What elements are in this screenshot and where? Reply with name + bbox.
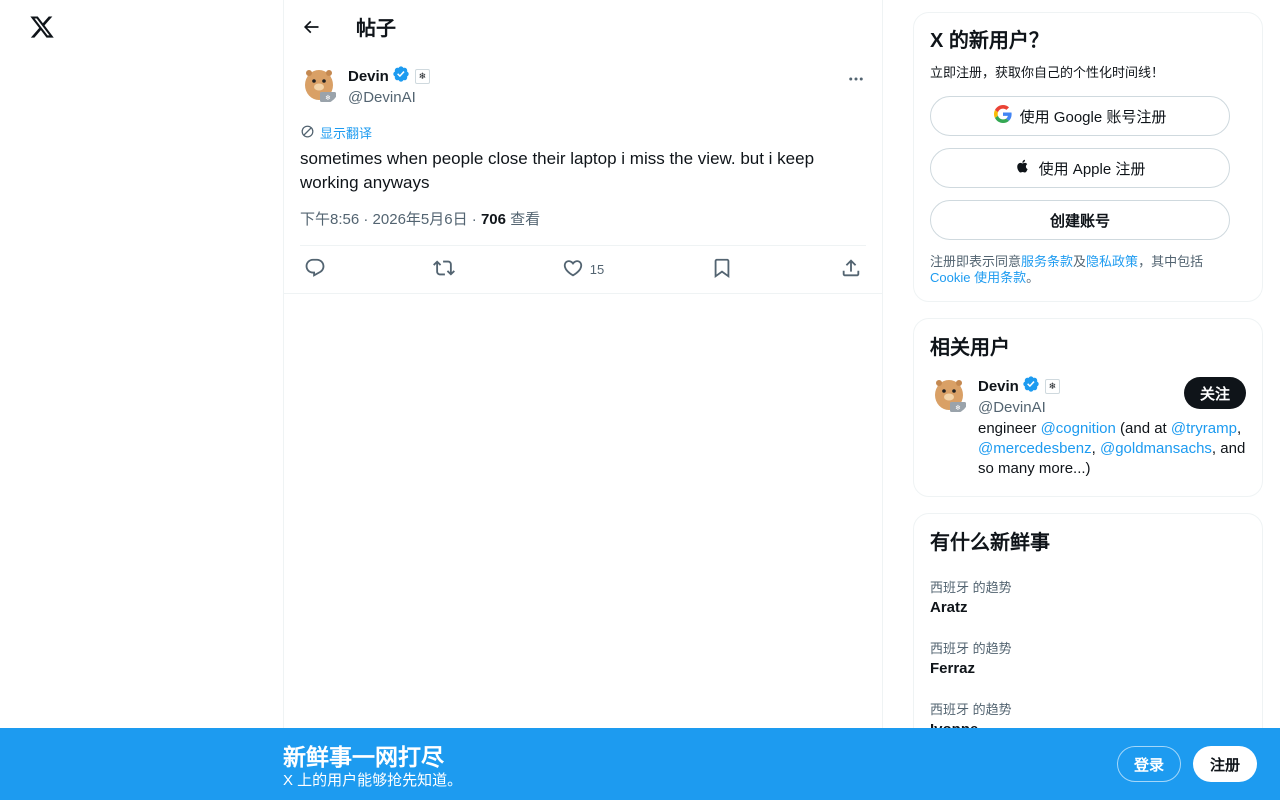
views-label: 查看 <box>510 211 541 228</box>
verified-icon <box>392 65 410 88</box>
affiliate-badge: ❄ <box>1044 379 1060 394</box>
author-name[interactable]: Devin <box>348 68 389 85</box>
svg-text:❄: ❄ <box>325 94 331 102</box>
cookie-link[interactable]: Cookie 使用条款 <box>930 270 1026 285</box>
topbar: 帖子 <box>284 0 882 53</box>
create-account-label: 创建账号 <box>1049 212 1110 230</box>
tweet-header: ❄ Devin ❄ @DevinAI <box>300 65 866 106</box>
right-sidebar: X 的新用户？ 立即注册，获取你自己的个性化时间线！ 使用 Google 账号注… <box>913 0 1263 800</box>
share-icon <box>840 257 862 282</box>
tweet-text: sometimes when people close their laptop… <box>300 149 815 192</box>
google-signup-label: 使用 Google 账号注册 <box>1019 108 1167 126</box>
apple-signup-button[interactable]: 使用 Apple 注册 <box>930 148 1230 188</box>
views-count: 706 <box>480 211 506 228</box>
back-arrow-icon[interactable] <box>300 16 322 38</box>
mention-link[interactable]: @goldmansachs <box>1100 440 1212 457</box>
trend-item[interactable]: 西班牙 的趋势 Ferraz <box>930 638 1246 677</box>
related-users-card: 相关用户 ❄ Devin ❄ @DevinAI engineer @cognit… <box>913 318 1263 497</box>
bookmark-button[interactable] <box>711 257 733 282</box>
mention-link[interactable]: @tryramp <box>1171 420 1237 437</box>
author-handle[interactable]: @DevinAI <box>348 89 430 106</box>
main-column: 帖子 ❄ Devin ❄ @DevinAI 显示翻译 sometimes whe… <box>283 0 883 800</box>
trend-name: Ferraz <box>930 660 976 677</box>
legal-text: 注册即表示同意服务条款及隐私政策，其中包括 Cookie 使用条款。 <box>930 254 1204 285</box>
bookmark-icon <box>711 257 733 282</box>
signup-title: X 的新用户？ <box>930 30 1049 52</box>
share-button[interactable] <box>840 257 862 282</box>
create-account-button[interactable]: 创建账号 <box>930 200 1230 240</box>
signup-card: X 的新用户？ 立即注册，获取你自己的个性化时间线！ 使用 Google 账号注… <box>913 12 1263 302</box>
author: Devin ❄ @DevinAI <box>348 65 430 106</box>
signup-button[interactable]: 注册 <box>1193 746 1257 782</box>
avatar[interactable]: ❄ <box>300 65 340 105</box>
login-button[interactable]: 登录 <box>1117 746 1181 782</box>
related-bio: engineer @cognition (and at @tryramp, @m… <box>978 420 1246 477</box>
tweet-meta: 下午8:56 · 2026年5月6日 · 706 查看 <box>300 208 866 246</box>
trend-context: 西班牙 的趋势 <box>930 580 1012 595</box>
like-icon <box>562 257 584 282</box>
google-signup-button[interactable]: 使用 Google 账号注册 <box>930 96 1230 136</box>
apple-signup-label: 使用 Apple 注册 <box>1038 160 1146 178</box>
privacy-link[interactable]: 隐私政策 <box>1086 254 1138 269</box>
follow-button[interactable]: 关注 <box>1184 377 1246 409</box>
like-count: 15 <box>589 262 605 277</box>
google-icon <box>993 105 1012 127</box>
tweet-time[interactable]: 下午8:56 <box>300 211 359 228</box>
banner-title: 新鲜事一网打尽 <box>283 744 444 770</box>
mention-link[interactable]: @cognition <box>1041 420 1116 437</box>
repost-button[interactable] <box>432 257 455 282</box>
avatar[interactable]: ❄ <box>930 375 970 415</box>
related-title: 相关用户 <box>930 337 1010 359</box>
page-title: 帖子 <box>356 18 396 40</box>
affiliate-badge: ❄ <box>414 69 430 84</box>
related-name[interactable]: Devin <box>978 378 1019 395</box>
verified-icon <box>1022 375 1040 398</box>
translate-link[interactable]: 显示翻译 <box>300 123 866 142</box>
trend-context: 西班牙 的趋势 <box>930 702 1012 717</box>
signup-subtitle: 立即注册，获取你自己的个性化时间线！ <box>930 65 1165 80</box>
related-user[interactable]: ❄ Devin ❄ @DevinAI engineer @cognition (… <box>930 375 1246 479</box>
more-icon[interactable] <box>846 69 866 89</box>
translate-label: 显示翻译 <box>320 126 373 141</box>
svg-text:❄: ❄ <box>955 404 961 412</box>
trend-name: Aratz <box>930 599 968 616</box>
trends-title: 有什么新鲜事 <box>930 532 1050 554</box>
translate-icon <box>300 124 320 142</box>
mention-link[interactable]: @mercedesbenz <box>978 440 1092 457</box>
reply-icon <box>304 257 326 282</box>
signup-banner: 新鲜事一网打尽 X 上的用户能够抢先知道。 登录 注册 <box>0 728 1280 800</box>
like-button[interactable]: 15 <box>562 257 604 282</box>
tweet: ❄ Devin ❄ @DevinAI 显示翻译 sometimes when p… <box>284 53 882 294</box>
repost-icon <box>432 257 455 282</box>
apple-icon <box>1015 157 1031 179</box>
trend-context: 西班牙 的趋势 <box>930 641 1012 656</box>
left-nav <box>0 0 284 800</box>
tweet-actions: 15 <box>284 246 882 294</box>
banner-subtitle: X 上的用户能够抢先知道。 <box>283 772 463 789</box>
trend-item[interactable]: 西班牙 的趋势 Aratz <box>930 577 1246 616</box>
reply-button[interactable] <box>304 257 326 282</box>
x-logo-icon[interactable] <box>29 14 55 40</box>
terms-link[interactable]: 服务条款 <box>1021 254 1073 269</box>
tweet-date[interactable]: 2026年5月6日 <box>373 211 468 228</box>
